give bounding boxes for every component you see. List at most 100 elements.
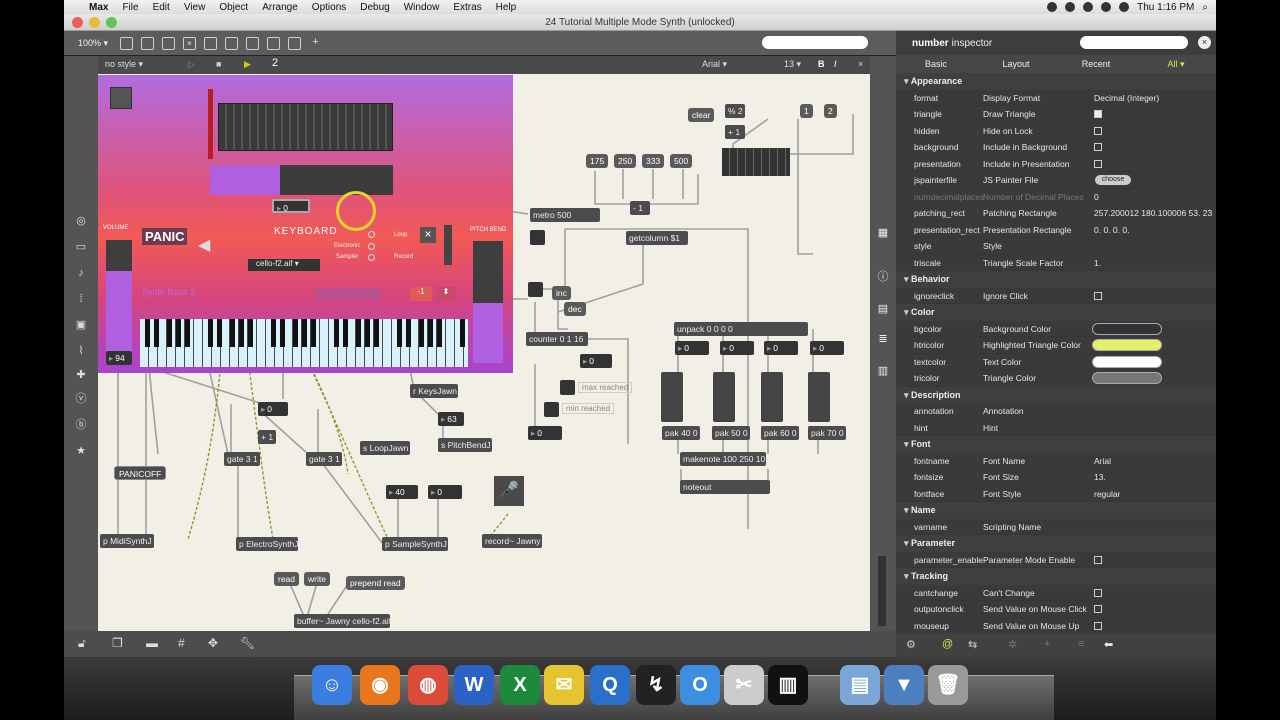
counter-object[interactable]: counter 0 1 16 xyxy=(526,332,588,346)
menu-extras[interactable]: Extras xyxy=(446,2,488,13)
attr-row-presentation_rect[interactable]: presentation_rect Presentation Rectangle 0… xyxy=(896,222,1216,238)
tempo-175[interactable]: 175 xyxy=(586,154,609,168)
reset-button[interactable] xyxy=(110,87,132,109)
gate-number[interactable]: 0 xyxy=(258,402,288,416)
section-font[interactable]: Font xyxy=(896,436,1216,453)
v-icon[interactable]: ⓥ xyxy=(74,392,88,406)
unpack-out-3[interactable]: 0 xyxy=(764,341,798,355)
italic-button[interactable]: I xyxy=(834,59,837,69)
o2-icon[interactable]: O xyxy=(680,665,720,705)
color-swatch[interactable] xyxy=(1092,372,1162,384)
unpack-object[interactable]: unpack 0 0 0 0 xyxy=(674,322,808,336)
number-icon[interactable] xyxy=(225,36,238,50)
pak-70-object[interactable]: pak 70 0 xyxy=(808,426,846,440)
grid-icon[interactable]: ▦ xyxy=(876,226,890,240)
attr-checkbox[interactable] xyxy=(1094,555,1102,564)
piano-keyboard[interactable] xyxy=(140,319,468,367)
add-one-object[interactable]: + 1 xyxy=(258,430,276,444)
link-icon[interactable]: ⇆ xyxy=(968,638,977,651)
speaker-icon[interactable]: ◀ xyxy=(198,235,218,257)
attr-value[interactable]: 13. xyxy=(1094,472,1106,482)
gear-icon[interactable]: ✲ xyxy=(1008,638,1017,651)
send-pitchbend-object[interactable]: s PitchBendJ xyxy=(438,438,492,452)
color-swatch[interactable] xyxy=(1092,322,1162,335)
add-object[interactable]: + 1 xyxy=(725,125,745,139)
attr-value[interactable]: Decimal (Integer) xyxy=(1094,93,1159,103)
prepend-message[interactable]: prepend read xyxy=(346,576,405,590)
button-icon[interactable]: × xyxy=(183,36,196,50)
range-slider[interactable] xyxy=(210,165,393,195)
attr-row-presentation[interactable]: presentation Include in Presentation xyxy=(896,156,1216,172)
message-two[interactable]: 2 xyxy=(824,104,837,118)
section-tracking[interactable]: Tracking xyxy=(896,568,1216,585)
noteout-object[interactable]: noteout xyxy=(680,480,770,494)
buffer-object[interactable]: buffer~ Jawny cello-f2.aif xyxy=(294,614,391,628)
attr-row-format[interactable]: format Display Format Decimal (Integer) xyxy=(896,90,1216,106)
status-icon[interactable] xyxy=(1065,2,1076,12)
attr-row-fontface[interactable]: fontface Font Style regular xyxy=(896,486,1216,502)
read-message[interactable]: read xyxy=(274,572,300,586)
attr-row-ignoreclick[interactable]: ignoreclick Ignore Click xyxy=(896,288,1216,304)
menu-edit[interactable]: Edit xyxy=(146,2,177,13)
star-icon[interactable]: ★ xyxy=(74,444,88,458)
metro-toggle[interactable] xyxy=(530,230,545,245)
piano-icon[interactable]: ▥ xyxy=(768,665,808,705)
play-icon[interactable]: ▶ xyxy=(244,59,251,70)
attr-row-hidden[interactable]: hidden Hide on Lock xyxy=(896,123,1216,139)
modulo-object[interactable]: % 2 xyxy=(725,104,745,118)
tab-all[interactable]: All ▾ xyxy=(1136,55,1216,73)
unpack-out-4[interactable]: 0 xyxy=(810,341,844,355)
attr-row-htricolor[interactable]: htricolor Highlighted Triangle Color xyxy=(896,337,1216,354)
shield-icon[interactable] xyxy=(1083,2,1094,12)
volume-slider[interactable] xyxy=(106,240,132,365)
pitch-number[interactable]: 63 xyxy=(438,412,464,426)
menu-arrange[interactable]: Arrange xyxy=(255,2,305,13)
menu-max[interactable]: Max xyxy=(82,2,115,13)
transpose-stepper[interactable]: ⬍ xyxy=(436,287,456,301)
attr-row-fontname[interactable]: fontname Font Name Arial xyxy=(896,453,1216,469)
minimize-window-button[interactable] xyxy=(89,17,100,28)
attr-row-outputonclick[interactable]: outputonclick Send Value on Mouse Click xyxy=(896,601,1216,618)
unlock-icon[interactable]: 🔓︎ xyxy=(78,636,86,651)
menu-options[interactable]: Options xyxy=(305,2,353,13)
stop-icon[interactable]: ■ xyxy=(216,59,221,69)
b-icon[interactable]: ⓑ xyxy=(74,418,88,432)
samplesynth-subpatch[interactable]: p SampleSynthJ xyxy=(382,537,448,551)
attr-row-mouseup[interactable]: mouseup Send Value on Mouse Up xyxy=(896,618,1216,634)
radio-option[interactable] xyxy=(368,231,375,238)
wifi-icon[interactable] xyxy=(1101,2,1112,12)
attr-checkbox[interactable] xyxy=(1094,621,1102,630)
transpose-number[interactable]: -1 xyxy=(410,287,432,301)
attr-row-patching_rect[interactable]: patching_rect Patching Rectangle 257.20001… xyxy=(896,205,1216,222)
chrome-icon[interactable]: ◍ xyxy=(408,665,448,705)
presentation-icon[interactable]: ▬ xyxy=(146,636,158,650)
attr-checkbox[interactable] xyxy=(1094,159,1102,168)
tempo-500[interactable]: 500 xyxy=(670,154,693,168)
attr-value[interactable]: 257.200012 180.100006 53. 23. xyxy=(1094,208,1212,218)
music-note-icon[interactable]: ♪ xyxy=(74,266,88,280)
unpack-out-2[interactable]: 0 xyxy=(720,341,754,355)
patcher-search-input[interactable] xyxy=(762,36,868,49)
pitch-bend-slider[interactable] xyxy=(473,241,503,363)
at-icon[interactable]: @ xyxy=(942,638,953,650)
volume-40-number[interactable]: 40 xyxy=(386,485,418,499)
velocity-slider-1[interactable] xyxy=(661,372,683,422)
new-object-icon[interactable] xyxy=(120,36,133,50)
makenote-object[interactable]: makenote 100 250 10 xyxy=(680,452,766,466)
max-toggle[interactable] xyxy=(560,380,575,395)
bold-button[interactable]: B xyxy=(818,59,825,69)
book-icon[interactable]: ▤ xyxy=(876,302,890,316)
add-icon[interactable]: + xyxy=(309,36,322,50)
bang-button[interactable] xyxy=(528,282,543,297)
downloads-icon[interactable]: ▼ xyxy=(884,665,924,705)
attr-row-textcolor[interactable]: textcolor Text Color xyxy=(896,354,1216,370)
play-back-icon[interactable]: ▷ xyxy=(188,59,195,70)
color-swatch[interactable] xyxy=(1092,355,1162,368)
menu-file[interactable]: File xyxy=(115,2,145,13)
attr-value[interactable]: 0. 0. 0. 0. xyxy=(1094,225,1129,235)
inc-message[interactable]: inc xyxy=(552,286,571,300)
sample-menu[interactable]: cello-f2.aif ▾ xyxy=(248,259,320,271)
style-menu[interactable]: no style ▾ xyxy=(105,59,143,70)
selected-number-box[interactable]: 0 xyxy=(272,199,310,213)
midisynth-subpatch[interactable]: p MidiSynthJ xyxy=(100,534,154,548)
